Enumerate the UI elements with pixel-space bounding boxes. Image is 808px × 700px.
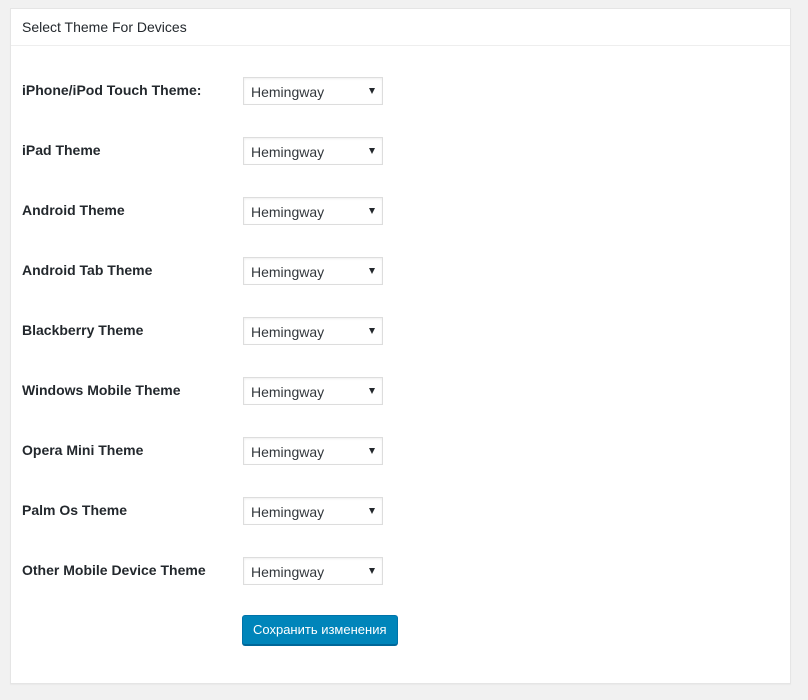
chevron-down-icon (369, 568, 375, 574)
theme-select-windows-mobile[interactable]: Hemingway (243, 377, 383, 405)
setting-label-android-tab: Android Tab Theme (22, 262, 153, 278)
select-value: Hemingway (251, 144, 325, 160)
theme-select-palm-os[interactable]: Hemingway (243, 497, 383, 525)
theme-select-opera-mini[interactable]: Hemingway (243, 437, 383, 465)
theme-select-blackberry[interactable]: Hemingway (243, 317, 383, 345)
theme-select-android[interactable]: Hemingway (243, 197, 383, 225)
select-value: Hemingway (251, 444, 325, 460)
chevron-down-icon (369, 508, 375, 514)
theme-settings-list: iPhone/iPod Touch Theme: Hemingway iPad … (11, 76, 790, 616)
setting-row-ipad: iPad Theme Hemingway (11, 136, 790, 196)
theme-select-ipad[interactable]: Hemingway (243, 137, 383, 165)
select-value: Hemingway (251, 504, 325, 520)
setting-row-opera-mini: Opera Mini Theme Hemingway (11, 436, 790, 496)
select-value: Hemingway (251, 264, 325, 280)
setting-label-iphone: iPhone/iPod Touch Theme: (22, 82, 202, 98)
chevron-down-icon (369, 268, 375, 274)
setting-row-android-tab: Android Tab Theme Hemingway (11, 256, 790, 316)
theme-select-iphone[interactable]: Hemingway (243, 77, 383, 105)
chevron-down-icon (369, 448, 375, 454)
setting-row-iphone: iPhone/iPod Touch Theme: Hemingway (11, 76, 790, 136)
setting-row-windows-mobile: Windows Mobile Theme Hemingway (11, 376, 790, 436)
setting-label-blackberry: Blackberry Theme (22, 322, 144, 338)
setting-row-blackberry: Blackberry Theme Hemingway (11, 316, 790, 376)
settings-panel: Select Theme For Devices iPhone/iPod Tou… (10, 8, 791, 684)
setting-label-windows-mobile: Windows Mobile Theme (22, 382, 181, 398)
setting-label-palm-os: Palm Os Theme (22, 502, 128, 518)
select-value: Hemingway (251, 204, 325, 220)
setting-row-other-mobile: Other Mobile Device Theme Hemingway (11, 556, 790, 616)
theme-select-other-mobile[interactable]: Hemingway (243, 557, 383, 585)
select-value: Hemingway (251, 564, 325, 580)
setting-label-ipad: iPad Theme (22, 142, 101, 158)
chevron-down-icon (369, 88, 375, 94)
chevron-down-icon (369, 388, 375, 394)
save-changes-button[interactable]: Сохранить изменения (242, 615, 398, 645)
chevron-down-icon (369, 148, 375, 154)
theme-select-android-tab[interactable]: Hemingway (243, 257, 383, 285)
select-value: Hemingway (251, 84, 325, 100)
chevron-down-icon (369, 328, 375, 334)
setting-row-palm-os: Palm Os Theme Hemingway (11, 496, 790, 556)
chevron-down-icon (369, 208, 375, 214)
select-value: Hemingway (251, 324, 325, 340)
setting-label-android: Android Theme (22, 202, 125, 218)
setting-row-android: Android Theme Hemingway (11, 196, 790, 256)
setting-label-opera-mini: Opera Mini Theme (22, 442, 144, 458)
panel-title: Select Theme For Devices (11, 9, 790, 46)
setting-label-other-mobile: Other Mobile Device Theme (22, 562, 206, 578)
select-value: Hemingway (251, 384, 325, 400)
